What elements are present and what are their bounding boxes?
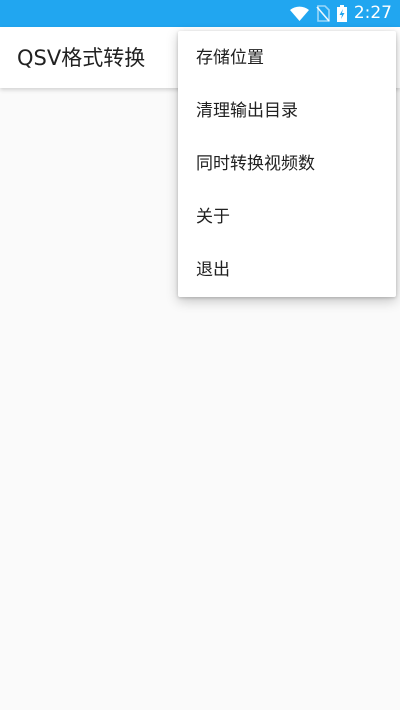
menu-item-storage-location[interactable]: 存储位置 (178, 32, 396, 85)
wifi-icon (289, 6, 309, 21)
menu-item-exit[interactable]: 退出 (178, 244, 396, 297)
overflow-menu: 存储位置 清理输出目录 同时转换视频数 关于 退出 (178, 31, 396, 297)
status-icons: 2:27 (289, 3, 392, 24)
menu-item-clear-output-directory[interactable]: 清理输出目录 (178, 85, 396, 138)
menu-item-about[interactable]: 关于 (178, 191, 396, 244)
status-time: 2:27 (353, 3, 392, 23)
app-title: QSV格式转换 (17, 46, 146, 70)
menu-item-concurrent-conversions[interactable]: 同时转换视频数 (178, 138, 396, 191)
status-bar: 2:27 (0, 0, 400, 27)
no-sim-icon (316, 5, 330, 22)
battery-charging-icon (336, 5, 347, 22)
